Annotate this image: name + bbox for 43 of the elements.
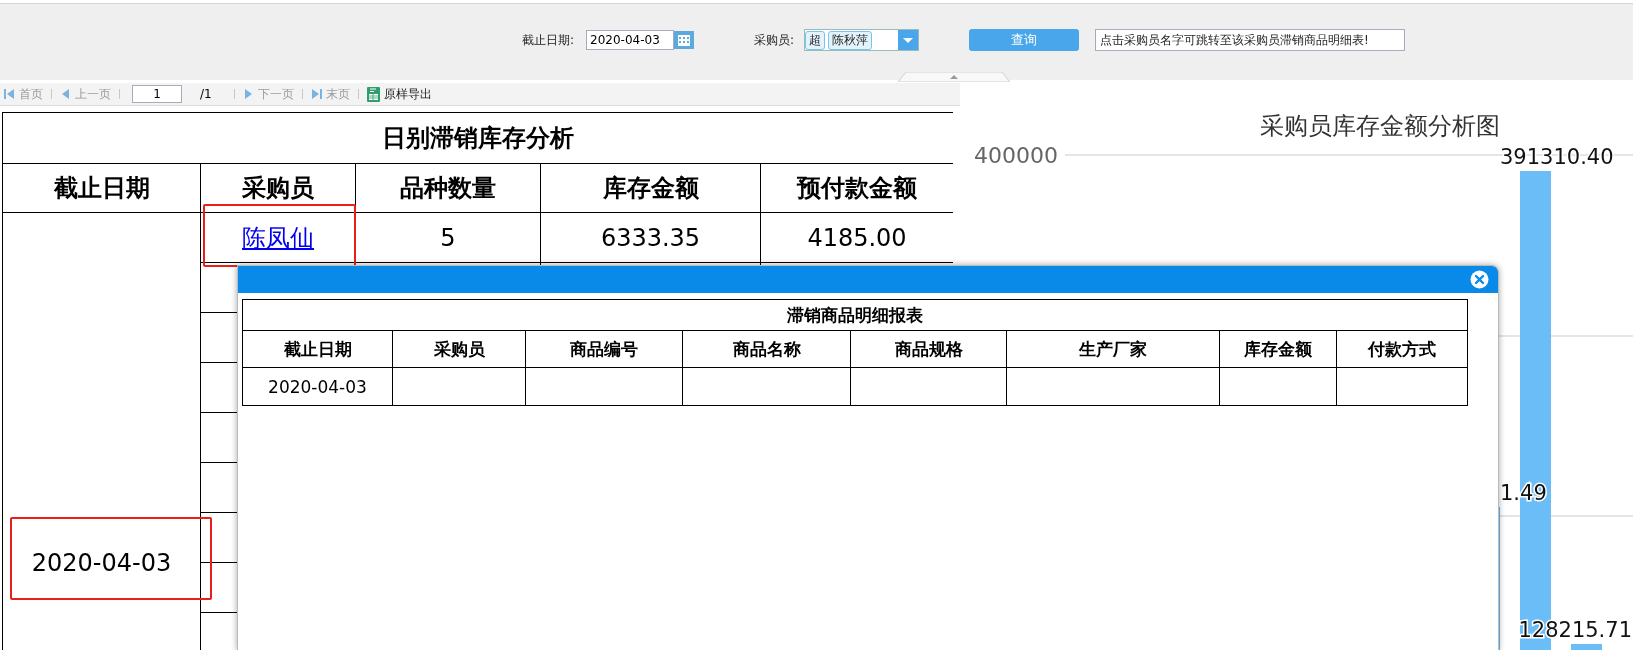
calendar-icon: [674, 31, 695, 49]
column-header: 商品规格: [851, 331, 1007, 368]
chart-title: 采购员库存金额分析图: [1260, 112, 1500, 140]
previous-arrow-icon: [60, 88, 71, 100]
dialog-table-title: 滞销商品明细报表: [243, 300, 1468, 331]
table-cell: 5: [356, 213, 541, 263]
column-header: 商品名称: [683, 331, 851, 368]
axis-tick-label: 400000: [974, 143, 1058, 168]
table-cell: 6333.35: [541, 213, 761, 263]
column-header: 生产厂家: [1007, 331, 1220, 368]
buyer-label: 采购员:: [754, 31, 795, 49]
last-page-icon: [310, 88, 322, 100]
close-icon[interactable]: [1470, 270, 1489, 289]
bar-value-label: 391310.40: [1500, 145, 1614, 169]
buyer-link[interactable]: 陈凤仙: [242, 221, 314, 254]
date-label: 截止日期:: [522, 31, 575, 49]
buyer-chip[interactable]: 超: [805, 30, 826, 50]
column-header: 采购员: [201, 163, 356, 213]
next-arrow-icon: [242, 88, 254, 100]
column-header: 商品编号: [526, 331, 683, 368]
column-header: 库存金额: [541, 163, 761, 213]
chart-bar: [1571, 644, 1602, 650]
export-button[interactable]: 原样导出: [366, 85, 432, 103]
buyer-select[interactable]: 超 陈秋萍: [804, 29, 920, 51]
table-cell: 4185.00: [761, 213, 953, 263]
collapse-handle[interactable]: [898, 70, 1010, 80]
hint-text: 点击采购员名字可跳转至该采购员滞销商品明细表!: [1095, 29, 1406, 51]
date-field[interactable]: 2020-04-03: [586, 30, 675, 50]
column-header: 付款方式: [1337, 331, 1468, 368]
first-page-icon: [4, 88, 15, 100]
date-cell: 2020-04-03: [3, 213, 201, 650]
column-header: 品种数量: [356, 163, 541, 213]
buyer-chip[interactable]: 陈秋萍: [828, 30, 873, 50]
table-cell: 2020-04-03: [243, 368, 393, 406]
page-total: /1: [200, 87, 212, 101]
page-number-field[interactable]: 1: [132, 85, 182, 103]
column-header: 截止日期: [3, 163, 201, 213]
column-header: 预付款金额: [761, 163, 953, 213]
column-header: 库存金额: [1220, 331, 1337, 368]
column-header: 采购员: [393, 331, 526, 368]
column-header: 截止日期: [243, 331, 393, 368]
report-title: 日别滞销库存分析: [3, 113, 953, 164]
spreadsheet-icon: [366, 86, 380, 102]
